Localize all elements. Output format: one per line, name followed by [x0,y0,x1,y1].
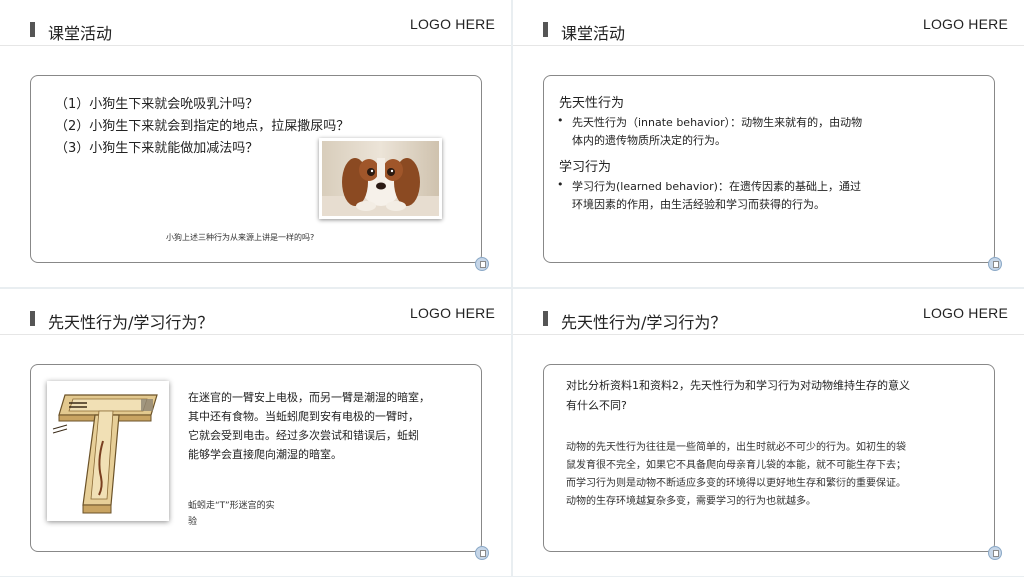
question-3: （3）小狗生下来就能做加减法吗？ [55,141,259,156]
logo-text: LOGO HERE [922,305,1008,321]
presentation-badge-icon[interactable] [988,546,1002,560]
header-divider [0,45,511,46]
logo-text: LOGO HERE [922,16,1008,32]
slide-2[interactable]: 课堂活动 LOGO HERE 先天性行为 • 先天性行为（innate beha… [513,0,1024,287]
innate-definition-line-1: 先天性行为（innate behavior）：动物生来就有的，由动物 [572,116,863,129]
title-marker [30,22,35,37]
answer-line-2: 鼠发育很不完全，如果它不具备爬向母亲育儿袋的本能，就不可能生存下去； [566,460,906,471]
maze-text-line-4: 能够学会直接爬向潮湿的暗室。 [188,448,342,461]
question-1: （1）小狗生下来就会吮吸乳汁吗？ [55,97,259,112]
presentation-badge-icon[interactable] [475,257,489,271]
t-maze-illustration [47,381,169,521]
title-marker [543,22,548,37]
question-caption: 小狗上述三种行为从来源上讲是一样的吗? [166,233,315,242]
maze-caption-line-2: 验 [188,517,198,527]
maze-text-line-1: 在迷官的一臂安上电极，而另一臂是潮湿的暗室， [188,391,430,404]
presentation-badge-icon[interactable] [988,257,1002,271]
innate-heading: 先天性行为 [559,96,625,111]
bullet-icon: • [557,114,564,127]
logo-text: LOGO HERE [409,16,495,32]
title-marker [543,311,548,326]
learned-definition-line-2: 环境因素的作用，由生活经验和学习而获得的行为。 [572,198,825,211]
answer-line-4: 动物的生存环境越复杂多变，需要学习的行为也就越多。 [566,496,816,507]
header-divider [0,334,511,335]
slide-1[interactable]: 课堂活动 LOGO HERE （1）小狗生下来就会吮吸乳汁吗？ （2）小狗生下来… [0,0,511,287]
logo-text: LOGO HERE [409,305,495,321]
learned-definition-line-1: 学习行为(learned behavior)：在遗传因素的基础上，通过 [572,180,861,193]
bullet-icon: • [557,178,564,191]
question-line-2: 有什么不同? [566,399,627,412]
maze-text-line-2: 其中还有食物。当蚯蚓爬到安有电极的一臂时， [188,410,419,423]
slide-title: 先天性行为/学习行为？ [48,313,214,332]
slide-title: 先天性行为/学习行为？ [561,313,727,332]
slide-title: 课堂活动 [48,24,113,43]
answer-line-1: 动物的先天性行为往往是一些简单的，出生时就必不可少的行为。如初生的袋 [566,442,906,453]
slide-title: 课堂活动 [561,24,626,43]
question-line-1: 对比分析资料1和资料2，先天性行为和学习行为对动物维持生存的意义 [566,379,910,392]
maze-text-line-3: 它就会受到电击。经过多次尝试和错误后，蚯蚓 [188,429,419,442]
dog-photo [319,138,442,219]
slide-3[interactable]: 先天性行为/学习行为？ LOGO HERE 在迷官的一臂安上电极，而另一臂是潮湿… [0,289,511,576]
slide-4[interactable]: 先天性行为/学习行为？ LOGO HERE 对比分析资料1和资料2，先天性行为和… [513,289,1024,576]
learned-heading: 学习行为 [559,160,612,175]
innate-definition-line-2: 体内的遗传物质所决定的行为。 [572,134,726,147]
header-divider [513,334,1024,335]
header-divider [513,45,1024,46]
presentation-badge-icon[interactable] [475,546,489,560]
answer-line-3: 而学习行为则是动物不断适应多变的环境得以更好地生存和繁衍的重要保证。 [566,478,906,489]
maze-caption-line-1: 蚯蚓走“T”形迷宫的实 [188,501,275,511]
title-marker [30,311,35,326]
question-2: （2）小狗生下来就会到指定的地点，拉屎撒尿吗？ [55,119,350,134]
